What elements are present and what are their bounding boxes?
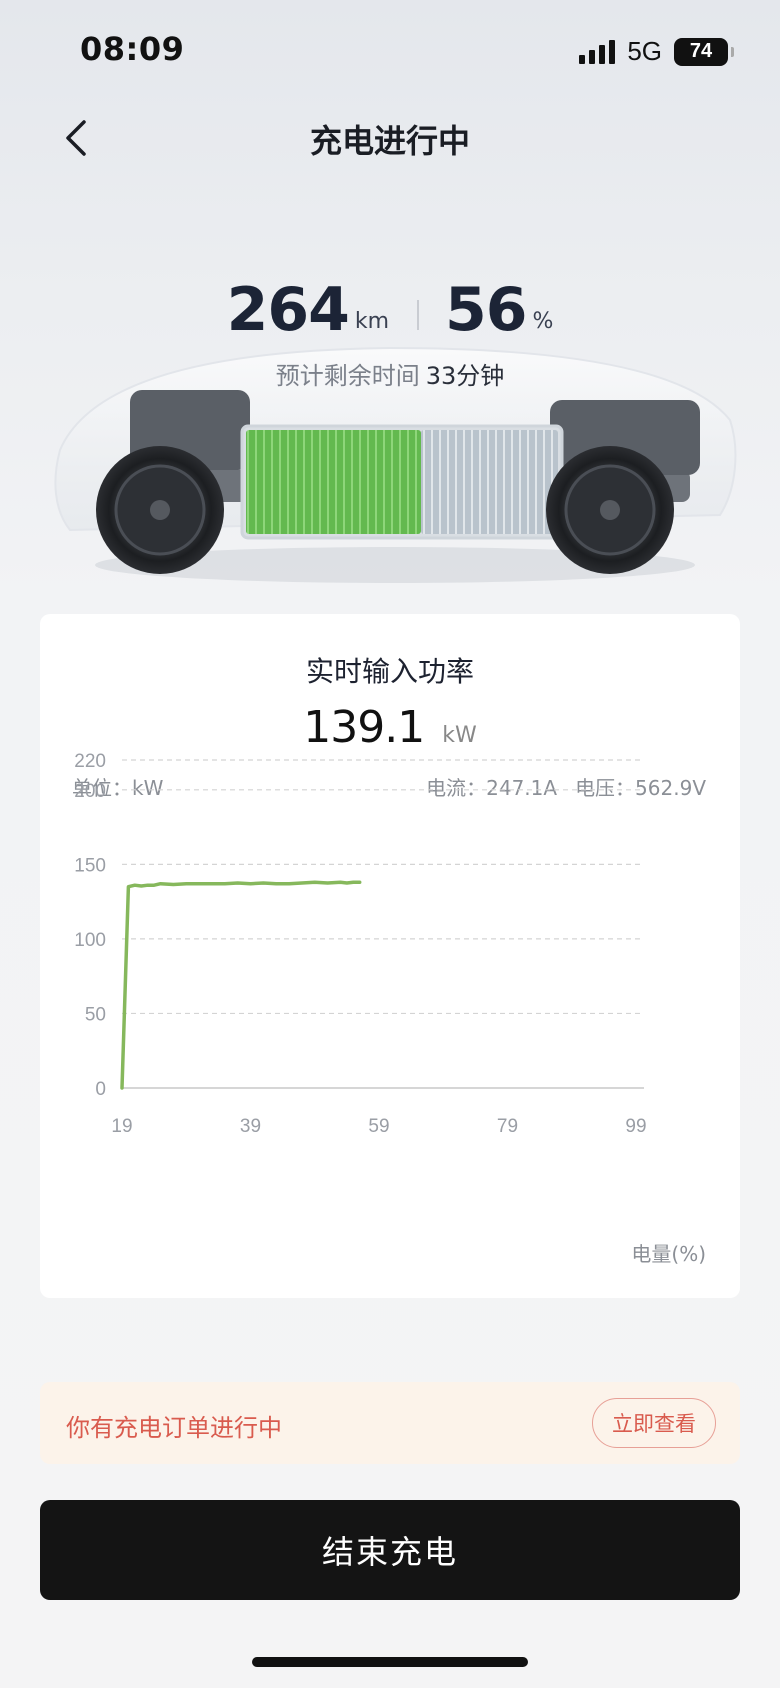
status-icons: 5G 74 [579,36,734,67]
range-unit: km [354,309,389,334]
x-tick-label: 99 [625,1116,646,1137]
y-tick-label: 0 [95,1079,106,1100]
x-tick-label: 39 [240,1116,261,1137]
rear-wheel [546,446,674,574]
view-order-button[interactable]: 立即查看 [592,1398,716,1448]
power-line-chart: 0 50 100 150 200 220 19 39 59 79 99 [74,751,646,1137]
y-tick-label: 50 [85,1004,106,1025]
end-charging-button[interactable]: 结束充电 [40,1500,740,1600]
front-wheel [96,446,224,574]
status-time: 08:09 [80,30,185,68]
power-chart-card: 实时输入功率 139.1 kW 单位：kW 电流：247.1A 电压：562.9V … [40,614,740,1298]
home-indicator[interactable] [252,1657,528,1667]
range-value: 264 [226,275,350,345]
order-notice-text: 你有充电订单进行中 [66,1414,282,1442]
eta-label: 预计剩余时间 [275,362,420,390]
order-notice-banner: 你有充电订单进行中 立即查看 [40,1382,740,1464]
stats-divider [417,300,419,330]
eta-row: 预计剩余时间 33分钟 [0,356,780,391]
soc-unit: % [532,309,554,334]
y-tick-label: 200 [74,781,106,802]
eta-value: 33分钟 [425,362,505,390]
network-type: 5G [627,36,662,66]
page-title: 充电进行中 [309,122,470,160]
power-series-line [120,880,362,1090]
cellular-signal-icon [579,39,616,64]
battery-level: 74 [689,40,713,62]
x-tick-label: 19 [111,1116,132,1137]
x-axis-label: 电量(%) [631,1242,706,1266]
charge-stats: 264 km 56 % [0,280,780,340]
y-tick-label: 220 [74,751,106,772]
battery-pack-graphic [240,424,564,540]
y-tick-label: 100 [74,930,106,951]
x-tick-label: 59 [368,1116,389,1137]
battery-icon: 74 [674,37,734,66]
soc-value: 56 [445,275,527,345]
y-tick-label: 150 [74,855,106,876]
x-tick-label: 79 [497,1116,518,1137]
